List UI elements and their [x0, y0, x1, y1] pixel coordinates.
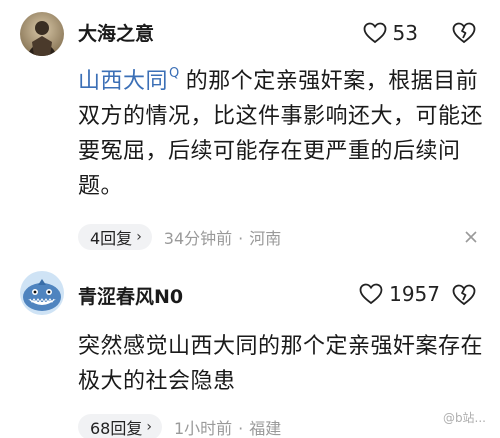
location: 河南 [249, 229, 282, 248]
chevron-right-icon: › [146, 419, 152, 435]
separator-dot: · [238, 229, 244, 248]
reply-count-button[interactable]: 4回复 › [78, 224, 152, 250]
reply-count: 68回复 [90, 419, 143, 438]
username[interactable]: 大海之意 [78, 22, 154, 46]
like-button[interactable]: 53 [363, 20, 418, 46]
like-count: 53 [392, 21, 418, 45]
avatar[interactable] [20, 12, 64, 56]
heart-outline-icon [359, 283, 383, 305]
mention-link[interactable]: 山西大同 [78, 69, 168, 94]
shark-avatar-icon [20, 271, 64, 315]
like-count: 1957 [389, 282, 440, 306]
broken-heart-icon[interactable] [452, 283, 476, 307]
broken-heart-icon[interactable] [452, 21, 476, 45]
timestamp: 34分钟前 [163, 229, 233, 248]
timestamp-location: 34分钟前 · 河南 [164, 225, 281, 249]
comment-feed: 大海之意 53 山西大同Q 的那个定亲强奸案，根据目前双方的情况，比这件事影响还大… [0, 0, 500, 438]
timestamp-location: 1小时前 · 福建 [174, 415, 281, 438]
comment-text: 突然感觉山西大同的那个定亲强奸案存在极大的社会隐患 [78, 334, 484, 394]
avatar[interactable] [20, 271, 64, 315]
heart-outline-icon [363, 22, 386, 44]
comment-meta: 4回复 › 34分钟前 · 河南 [78, 221, 480, 253]
watermark: @b站... [442, 411, 486, 425]
like-button[interactable]: 1957 [359, 281, 440, 307]
avatar-image-icon [20, 12, 64, 56]
reply-count-button[interactable]: 68回复 › [78, 414, 162, 438]
search-hint-icon[interactable]: Q [169, 64, 180, 84]
comment-meta: 68回复 › 1小时前 · 福建 [78, 411, 480, 438]
timestamp: 1小时前 [173, 419, 233, 438]
reply-count: 4回复 [90, 229, 133, 248]
comment-text: 山西大同Q 的那个定亲强奸案，根据目前双方的情况，比这件事影响还大，可能还要冤屈，… [78, 64, 490, 204]
username[interactable]: 青涩春风N0 [78, 285, 183, 309]
separator-dot: · [238, 419, 244, 438]
chevron-right-icon: › [136, 229, 142, 245]
close-icon[interactable] [462, 228, 480, 246]
location: 福建 [249, 419, 282, 438]
